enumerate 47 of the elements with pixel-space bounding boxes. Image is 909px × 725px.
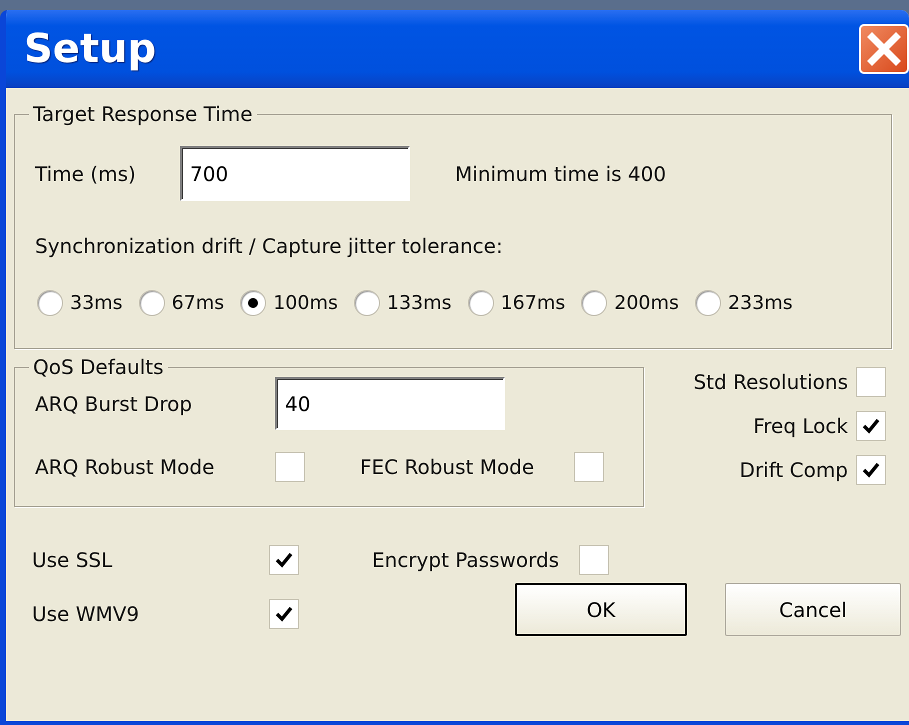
checkbox[interactable] [269, 599, 299, 629]
radio-button[interactable] [694, 290, 721, 316]
minimum-note: Minimum time is 400 [455, 160, 666, 188]
drift-label: Synchronization drift / Capture jitter tolerance: [35, 233, 504, 260]
checkbox[interactable] [856, 455, 886, 485]
checkbox-label: Drift Comp [740, 457, 848, 484]
checkbox-label: Use WMV9 [32, 601, 140, 628]
radio-label: 67ms [172, 291, 224, 316]
radio-button[interactable] [354, 290, 380, 316]
radio-label: 100ms [273, 291, 338, 316]
radio-button[interactable] [138, 290, 165, 316]
time-field[interactable]: 700 [180, 146, 410, 201]
checkbox-label: Use SSL [32, 547, 114, 574]
checkbox[interactable] [574, 452, 604, 482]
close-icon [867, 32, 901, 66]
radio-label: 133ms [386, 291, 452, 316]
group-legend: QoS Defaults [29, 357, 168, 377]
burst-drop-label: ARQ Burst Drop [35, 390, 194, 418]
checkbox-label: Encrypt Passwords [372, 547, 560, 574]
check-icon [275, 605, 293, 623]
dialog-button[interactable]: OK [515, 583, 687, 636]
checkbox-label: Std Resolutions [693, 369, 848, 396]
checkbox[interactable] [579, 545, 610, 575]
radio-button[interactable] [468, 290, 494, 316]
radio-label: 233ms [728, 291, 793, 316]
radio-label: 167ms [500, 291, 566, 316]
radio-label: 200ms [614, 291, 679, 316]
group-legend: Target Response Time [29, 104, 257, 124]
checkbox-label: Freq Lock [753, 413, 848, 440]
checkbox[interactable] [856, 367, 886, 397]
time-label: Time (ms) [35, 160, 137, 188]
window-title: Setup [24, 25, 156, 74]
check-icon [862, 417, 880, 435]
radio-button[interactable] [240, 290, 266, 316]
close-button[interactable] [859, 24, 909, 74]
radio-button[interactable] [581, 290, 608, 316]
check-icon [862, 461, 880, 479]
checkbox-label: ARQ Robust Mode [35, 454, 216, 481]
dialog-button[interactable]: Cancel [725, 583, 901, 636]
radio-label: 33ms [70, 291, 123, 316]
check-icon [275, 551, 293, 569]
checkbox[interactable] [275, 452, 305, 482]
radio-button[interactable] [37, 290, 63, 316]
checkbox-label: FEC Robust Mode [360, 454, 534, 481]
checkbox[interactable] [856, 411, 886, 441]
checkbox[interactable] [269, 545, 299, 575]
burst-drop-field[interactable]: 40 [275, 377, 505, 430]
